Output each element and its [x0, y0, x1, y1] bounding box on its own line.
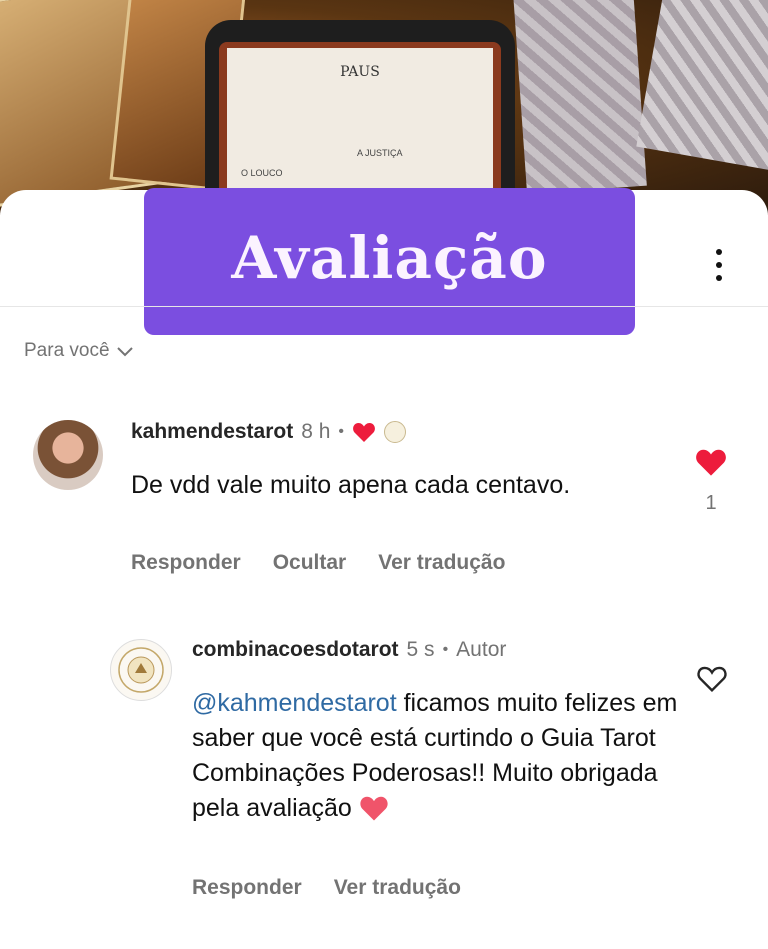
header-photo: PAUS O LOUCO A JUSTIÇA: [0, 0, 768, 215]
avatar[interactable]: [110, 639, 172, 701]
comment-username[interactable]: combinacoesdotarot: [192, 638, 399, 662]
translate-button[interactable]: Ver tradução: [378, 551, 505, 575]
comment-time: 8 h: [301, 420, 331, 443]
title-banner: Avaliação: [144, 188, 635, 335]
comment-username[interactable]: kahmendestarot: [131, 420, 293, 444]
comment-actions: Responder Ver tradução: [192, 876, 461, 900]
card-label-2: A JUSTIÇA: [357, 148, 403, 158]
hide-button[interactable]: Ocultar: [273, 551, 347, 575]
heart-emoji-icon: [360, 796, 388, 821]
avatar[interactable]: [33, 420, 103, 490]
like-count: 1: [705, 492, 717, 514]
comment-time: 5 s: [406, 638, 435, 661]
like-heart-icon[interactable]: [694, 447, 728, 477]
tarot-card-right-2: [636, 0, 768, 171]
header-divider: [0, 306, 768, 307]
sort-filter-label: Para você: [24, 340, 110, 361]
comment-actions: Responder Ocultar Ver tradução: [131, 551, 505, 575]
tarot-card-right: [513, 0, 647, 194]
creator-liked-heart-icon: [353, 423, 375, 442]
translate-button[interactable]: Ver tradução: [334, 876, 461, 900]
comment-header: kahmendestarot 8 h •: [131, 420, 407, 444]
comment-separator: •: [442, 641, 449, 658]
reply-button[interactable]: Responder: [192, 876, 302, 900]
phone-screen-title: PAUS: [340, 64, 380, 80]
comment-text: @kahmendestarot ficamos muito felizes em…: [192, 686, 692, 826]
brand-seal-icon: [118, 647, 164, 693]
chevron-down-icon: [116, 347, 133, 357]
banner-title: Avaliação: [231, 224, 548, 292]
card-label-1: O LOUCO: [241, 168, 283, 178]
comment-separator: •: [338, 423, 345, 440]
creator-avatar-icon: [384, 421, 407, 443]
comment-text: De vdd vale muito apena cada centavo.: [131, 471, 571, 499]
phone-image: PAUS O LOUCO A JUSTIÇA: [205, 20, 515, 215]
comment-header: combinacoesdotarot 5 s • Autor: [192, 638, 506, 662]
mention-link[interactable]: @kahmendestarot: [192, 689, 397, 717]
kebab-icon[interactable]: [716, 249, 722, 283]
author-badge: Autor: [456, 638, 507, 661]
reply-button[interactable]: Responder: [131, 551, 241, 575]
sort-filter[interactable]: Para você: [24, 340, 134, 362]
like-outline-icon[interactable]: [696, 664, 728, 693]
